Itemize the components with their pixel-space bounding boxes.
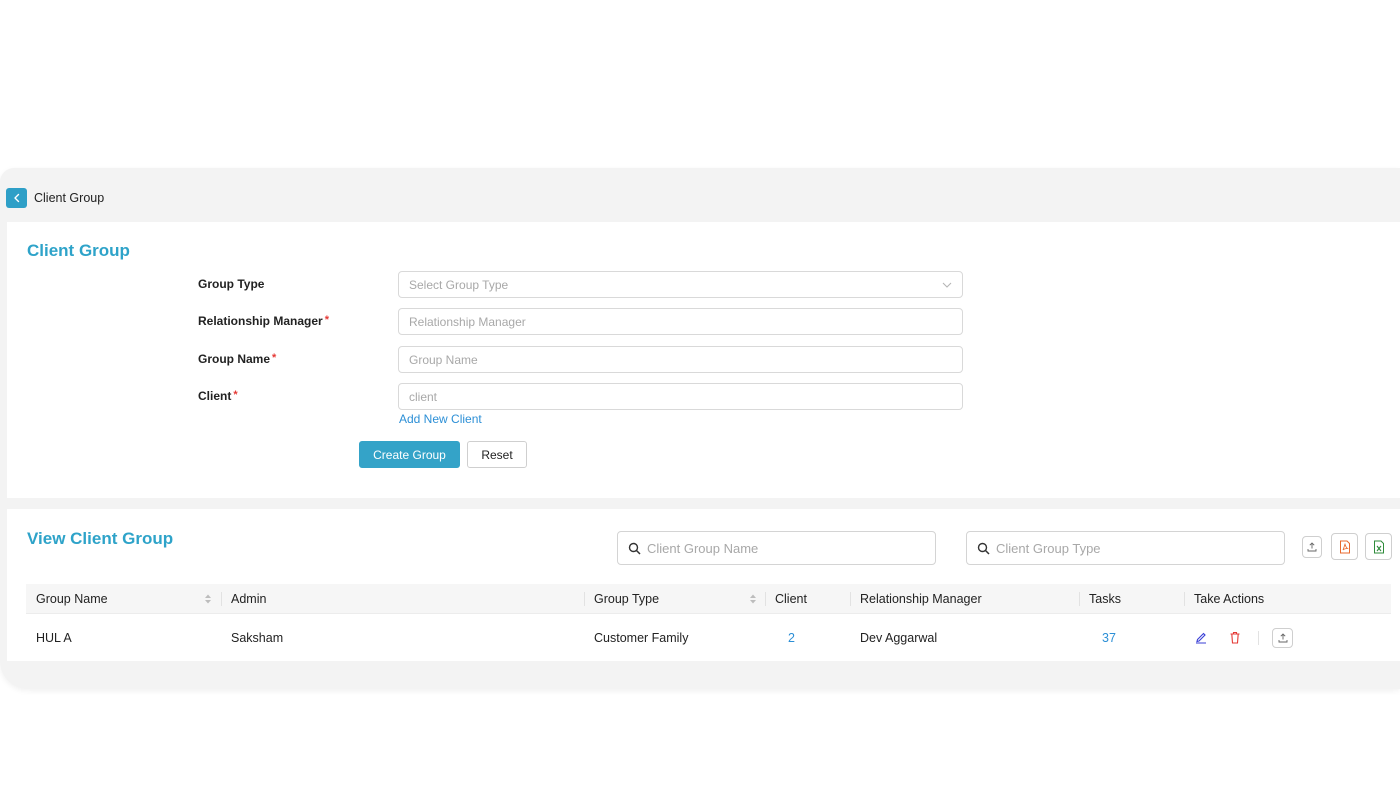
- edit-icon[interactable]: [1195, 631, 1207, 644]
- back-button[interactable]: [6, 188, 27, 208]
- breadcrumb: Client Group: [6, 188, 104, 208]
- app-frame: Client Group Client Group Group Type Sel…: [0, 168, 1400, 689]
- client-input[interactable]: [398, 383, 963, 410]
- relationship-manager-input[interactable]: [398, 308, 963, 335]
- relationship-manager-label: Relationship Manager *: [198, 314, 329, 328]
- chevron-left-icon: [13, 193, 19, 203]
- reset-button[interactable]: Reset: [467, 441, 527, 468]
- list-title: View Client Group: [27, 529, 174, 548]
- sort-icon[interactable]: [204, 593, 212, 605]
- client-label: Client *: [198, 389, 238, 403]
- export-pdf-button[interactable]: [1331, 533, 1358, 560]
- column-client[interactable]: Client: [775, 584, 807, 614]
- chevron-down-icon: [942, 282, 952, 288]
- cell-tasks-count[interactable]: 37: [1102, 621, 1116, 655]
- view-client-group-card: View Client Group Group Name Admin Group…: [7, 509, 1400, 661]
- column-take-actions: Take Actions: [1194, 592, 1265, 606]
- create-group-button[interactable]: Create Group: [359, 441, 460, 468]
- column-tasks[interactable]: Tasks: [1089, 584, 1121, 614]
- pdf-icon: [1339, 540, 1350, 553]
- export-excel-button[interactable]: [1365, 533, 1392, 560]
- upload-icon: [1307, 542, 1317, 552]
- search-icon: [977, 542, 990, 555]
- cell-group-type: Customer Family: [594, 631, 689, 645]
- group-type-select[interactable]: Select Group Type: [398, 271, 963, 298]
- group-type-label: Group Type: [198, 277, 265, 291]
- create-group-card: Client Group Group Type Select Group Typ…: [7, 222, 1400, 498]
- search-icon: [628, 542, 641, 555]
- excel-icon: [1373, 540, 1384, 553]
- add-new-client-link[interactable]: Add New Client: [399, 412, 482, 426]
- table-row: HUL A Saksham Customer Family 2 Dev Agga…: [26, 621, 1391, 655]
- group-name-search[interactable]: [617, 531, 936, 565]
- cell-admin: Saksham: [231, 631, 284, 645]
- group-name-label: Group Name *: [198, 352, 277, 366]
- sort-icon[interactable]: [749, 593, 757, 605]
- row-upload-button[interactable]: [1272, 628, 1293, 648]
- column-group-type[interactable]: Group Type: [594, 584, 659, 614]
- delete-icon[interactable]: [1229, 631, 1241, 644]
- group-name-search-input[interactable]: [647, 540, 927, 556]
- cell-relationship-manager: Dev Aggarwal: [860, 631, 938, 645]
- column-admin[interactable]: Admin: [231, 584, 266, 614]
- group-name-input[interactable]: [398, 346, 963, 373]
- upload-button[interactable]: [1302, 536, 1322, 558]
- column-relationship-manager[interactable]: Relationship Manager: [860, 584, 982, 614]
- group-type-search-input[interactable]: [996, 540, 1276, 556]
- cell-client-count[interactable]: 2: [788, 621, 795, 655]
- form-title: Client Group: [27, 241, 130, 260]
- table-header: Group Name Admin Group Type Client Relat…: [26, 584, 1391, 614]
- cell-group-name: HUL A: [36, 631, 72, 645]
- group-type-search[interactable]: [966, 531, 1285, 565]
- column-group-name[interactable]: Group Name: [36, 584, 108, 614]
- upload-icon: [1278, 633, 1287, 643]
- breadcrumb-title: Client Group: [34, 191, 105, 205]
